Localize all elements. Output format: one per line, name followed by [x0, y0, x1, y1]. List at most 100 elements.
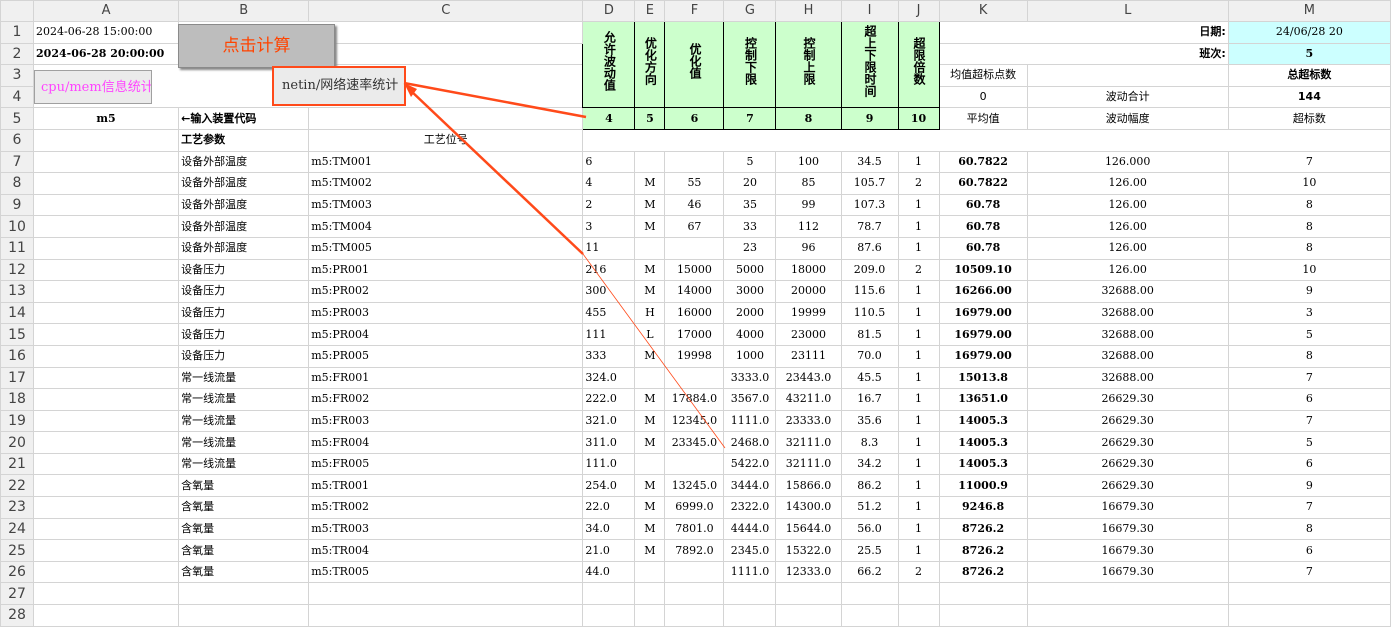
avg-cell[interactable]: 11000.9	[938, 474, 1028, 498]
empty-cell[interactable]	[308, 107, 584, 130]
tag-cell[interactable]: m5:FR003	[308, 409, 584, 433]
multiple-cell[interactable]: 1	[897, 150, 940, 174]
amp-cell[interactable]: 26629.30	[1026, 474, 1229, 498]
spreadsheet-grid[interactable]: A B C D E F G H I J K L M 1 2024-06-28 15…	[0, 0, 1391, 627]
device-code-cell[interactable]: m5	[33, 107, 180, 130]
allow-cell[interactable]: 44.0	[582, 560, 636, 584]
shift-value-cell[interactable]: 5	[1227, 42, 1391, 66]
empty-cell[interactable]	[634, 604, 666, 627]
over-time-cell[interactable]: 86.2	[840, 474, 899, 498]
amp-cell[interactable]: 32688.00	[1026, 344, 1229, 368]
over-count-cell[interactable]: 10	[1227, 258, 1391, 282]
empty-cell[interactable]	[33, 409, 180, 433]
row-header-17[interactable]: 17	[0, 366, 35, 390]
dir-cell[interactable]: M	[634, 388, 666, 411]
time-start-cell[interactable]: 2024-06-28 15:00:00	[33, 21, 180, 44]
high-cell[interactable]: 43211.0	[775, 388, 842, 411]
row-header-5[interactable]: 5	[0, 107, 35, 130]
over-time-cell[interactable]: 81.5	[840, 323, 899, 346]
opt-cell[interactable]: 6999.0	[664, 496, 725, 519]
multiple-cell[interactable]: 1	[897, 409, 940, 433]
tag-cell[interactable]: m5:TM003	[308, 193, 584, 217]
multiple-cell[interactable]: 1	[897, 431, 940, 454]
over-count-cell[interactable]: 9	[1227, 474, 1391, 498]
date-label-cell[interactable]: 日期:	[938, 21, 1229, 44]
dir-cell[interactable]	[634, 560, 666, 584]
high-cell[interactable]: 32111.0	[775, 431, 842, 454]
opt-cell[interactable]	[664, 560, 725, 584]
high-cell[interactable]: 100	[775, 150, 842, 174]
over-count-cell[interactable]: 9	[1227, 280, 1391, 303]
header-avg[interactable]: 平均值	[938, 107, 1028, 130]
column-header-k[interactable]: K	[938, 0, 1028, 22]
column-header-j[interactable]: J	[897, 0, 940, 22]
opt-cell[interactable]: 13245.0	[664, 474, 725, 498]
multiple-cell[interactable]: 1	[897, 388, 940, 411]
avg-cell[interactable]: 16979.00	[938, 323, 1028, 346]
amp-cell[interactable]: 32688.00	[1026, 323, 1229, 346]
empty-cell[interactable]	[33, 366, 180, 390]
allow-cell[interactable]: 254.0	[582, 474, 636, 498]
multiple-cell[interactable]: 1	[897, 323, 940, 346]
param-cell[interactable]: 设备外部温度	[178, 172, 310, 195]
header-multiple[interactable]: 超限倍数	[897, 20, 940, 109]
low-cell[interactable]: 3333.0	[723, 366, 777, 390]
high-cell[interactable]: 23333.0	[775, 409, 842, 433]
empty-cell[interactable]	[582, 128, 1391, 152]
over-time-cell[interactable]: 115.6	[840, 280, 899, 303]
high-cell[interactable]: 15866.0	[775, 474, 842, 498]
empty-cell[interactable]	[308, 604, 584, 627]
amp-cell[interactable]: 126.00	[1026, 236, 1229, 260]
empty-cell[interactable]	[634, 582, 666, 606]
header-n6[interactable]: 6	[664, 107, 725, 130]
multiple-cell[interactable]: 1	[897, 215, 940, 238]
row-header-22[interactable]: 22	[0, 474, 35, 498]
over-count-cell[interactable]: 8	[1227, 517, 1391, 541]
row-header-7[interactable]: 7	[0, 150, 35, 174]
amp-cell[interactable]: 126.00	[1026, 258, 1229, 282]
param-cell[interactable]: 常一线流量	[178, 409, 310, 433]
over-time-cell[interactable]: 51.2	[840, 496, 899, 519]
row-header-25[interactable]: 25	[0, 539, 35, 562]
allow-cell[interactable]: 111.0	[582, 452, 636, 476]
high-cell[interactable]: 14300.0	[775, 496, 842, 519]
param-cell[interactable]: 含氧量	[178, 496, 310, 519]
empty-cell[interactable]	[582, 582, 636, 606]
empty-cell[interactable]	[33, 496, 180, 519]
allow-cell[interactable]: 321.0	[582, 409, 636, 433]
opt-cell[interactable]: 17000	[664, 323, 725, 346]
dir-cell[interactable]: M	[634, 193, 666, 217]
over-count-cell[interactable]: 7	[1227, 496, 1391, 519]
low-cell[interactable]: 3444.0	[723, 474, 777, 498]
amp-cell[interactable]: 26629.30	[1026, 409, 1229, 433]
amp-cell[interactable]: 16679.30	[1026, 496, 1229, 519]
header-opt[interactable]: 优化值	[664, 20, 725, 109]
avg-cell[interactable]: 16266.00	[938, 280, 1028, 303]
param-cell[interactable]: 含氧量	[178, 560, 310, 584]
column-header-l[interactable]: L	[1026, 0, 1229, 22]
header-allow[interactable]: 允许波动值	[582, 20, 636, 109]
avg-cell[interactable]: 60.78	[938, 215, 1028, 238]
date-value-cell[interactable]: 24/06/28 20	[1227, 21, 1391, 44]
over-time-cell[interactable]: 105.7	[840, 172, 899, 195]
column-header-f[interactable]: F	[664, 0, 725, 22]
param-cell[interactable]: 设备外部温度	[178, 193, 310, 217]
over-count-cell[interactable]: 8	[1227, 344, 1391, 368]
high-cell[interactable]: 23443.0	[775, 366, 842, 390]
empty-cell[interactable]	[33, 128, 180, 152]
empty-cell[interactable]	[938, 582, 1028, 606]
empty-cell[interactable]	[1026, 604, 1229, 627]
calculate-button[interactable]: 点击计算	[178, 24, 335, 68]
header-tag[interactable]: 工艺位号	[308, 128, 584, 152]
over-time-cell[interactable]: 25.5	[840, 539, 899, 562]
amp-cell[interactable]: 26629.30	[1026, 388, 1229, 411]
tag-cell[interactable]: m5:TM004	[308, 215, 584, 238]
over-time-cell[interactable]: 78.7	[840, 215, 899, 238]
opt-cell[interactable]: 46	[664, 193, 725, 217]
empty-cell[interactable]	[33, 215, 180, 238]
multiple-cell[interactable]: 1	[897, 344, 940, 368]
dir-cell[interactable]: M	[634, 496, 666, 519]
allow-cell[interactable]: 216	[582, 258, 636, 282]
row-header-16[interactable]: 16	[0, 344, 35, 368]
avg-cell[interactable]: 15013.8	[938, 366, 1028, 390]
